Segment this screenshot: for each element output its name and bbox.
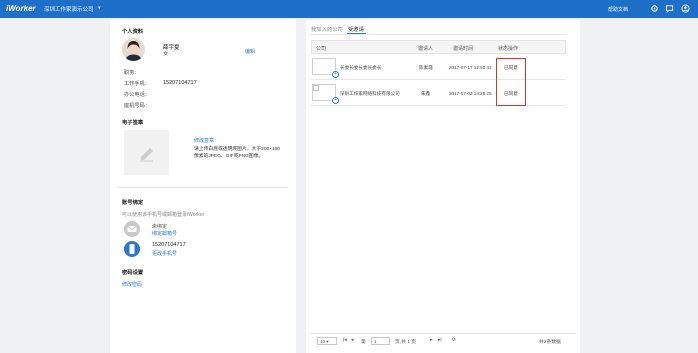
broken-image-icon	[313, 85, 319, 91]
gear-icon[interactable]	[650, 4, 659, 13]
plus-icon[interactable]: +	[332, 71, 339, 78]
office-phone-label: 办公电话：	[124, 92, 150, 98]
table-row: + 深圳工作家网络科技有限公司 朱鑫 2017-07-03 14:25:25 已…	[311, 81, 566, 106]
bind-email-link[interactable]: 绑定邮箱号	[152, 230, 177, 237]
account-hint: 可以使用该手机号或邮箱登录iWorker	[122, 212, 205, 218]
signature-hint: 请上传白底或透明底图片，大于200×100像素的JPEG、GIF或PNG图像。	[194, 147, 280, 159]
edit-signature-link[interactable]: 修改签章	[194, 137, 214, 144]
password-section-title: 密码设置	[122, 270, 144, 276]
column-header-time: 邀请时间	[453, 46, 474, 52]
account-section-title: 账号绑定	[122, 200, 144, 206]
last-page-button[interactable]: ▸|	[438, 338, 442, 343]
total-records: 共2条数据	[539, 340, 561, 345]
signature-section-title: 电子签章	[122, 120, 144, 126]
avatar	[122, 38, 145, 61]
page-prefix: 第	[361, 340, 366, 345]
profile-section-title: 个人资料	[122, 29, 144, 35]
user-icon[interactable]	[681, 4, 690, 13]
work-phone-label: 工作手机：	[124, 81, 150, 87]
job-title-label: 职务：	[124, 70, 140, 76]
edit-profile-link[interactable]: 编辑	[245, 48, 255, 55]
inviter-name: 朱鑫	[421, 91, 431, 96]
column-header-status: 状态操作	[498, 46, 519, 52]
change-password-link[interactable]: 修改密码	[122, 281, 142, 288]
plus-icon[interactable]: +	[332, 97, 339, 104]
inviter-name: 陈素霞	[419, 65, 433, 70]
change-phone-link[interactable]: 更改手机号	[152, 250, 177, 257]
page-size-value: 10	[320, 339, 326, 344]
invite-time: 2017-07-17 12:50:42	[449, 65, 492, 70]
pen-icon	[140, 148, 153, 162]
page-count-text: 页,共 1 页	[395, 340, 417, 345]
table-row: + 长委长委长委长委长 陈素霞 2017-07-17 12:50:42 已同意	[311, 55, 566, 80]
company-name: 长委长委长委长委长	[340, 65, 382, 70]
help-docs-link[interactable]: 帮助文档	[608, 6, 628, 13]
prev-page-button[interactable]: ◂	[351, 338, 353, 343]
app-logo[interactable]: iWorker	[6, 4, 36, 13]
signature-placeholder[interactable]	[124, 130, 169, 175]
divider	[118, 187, 288, 188]
phone-icon	[124, 241, 140, 257]
page-number-input[interactable]: 1	[371, 337, 390, 345]
bound-phone-number: 15207104717	[152, 242, 186, 248]
status-highlight-box	[496, 58, 526, 106]
email-status: 未绑定	[152, 224, 168, 230]
chevron-down-icon[interactable]: ▾	[98, 5, 101, 11]
profile-gender: 女	[163, 51, 169, 57]
landline-label: 座机号码：	[124, 103, 150, 109]
column-header-company: 公司	[316, 46, 327, 52]
top-navigation-bar: iWorker 深圳工作家演示公司 ▾ 帮助文档	[0, 0, 698, 18]
first-page-button[interactable]: |◂	[343, 338, 347, 343]
pagination: 10 ▾ |◂ ◂ 第 1 页,共 1 页 ▸ ▸| ⟳ 共2条数据	[311, 336, 576, 348]
table-header: 公司 邀请人 邀请时间 状态操作	[311, 40, 566, 54]
page-size-select[interactable]: 10 ▾	[317, 337, 337, 345]
column-header-inviter: 邀请人	[418, 46, 434, 52]
tab-joined-companies[interactable]: 我加入的公司	[311, 25, 343, 33]
divider	[311, 34, 566, 35]
refresh-icon[interactable]: ⟳	[452, 338, 456, 343]
work-phone-value: 15207104717	[163, 80, 197, 86]
next-page-button[interactable]: ▸	[430, 338, 432, 343]
company-switcher[interactable]: 深圳工作家演示公司	[44, 5, 94, 13]
invite-time: 2017-07-03 14:25:25	[449, 91, 492, 96]
chat-icon[interactable]	[665, 4, 674, 13]
email-icon	[124, 221, 140, 237]
company-name: 深圳工作家网络科技有限公司	[340, 91, 400, 96]
tab-invitations[interactable]: 受邀请	[348, 25, 364, 33]
divider	[311, 333, 576, 334]
